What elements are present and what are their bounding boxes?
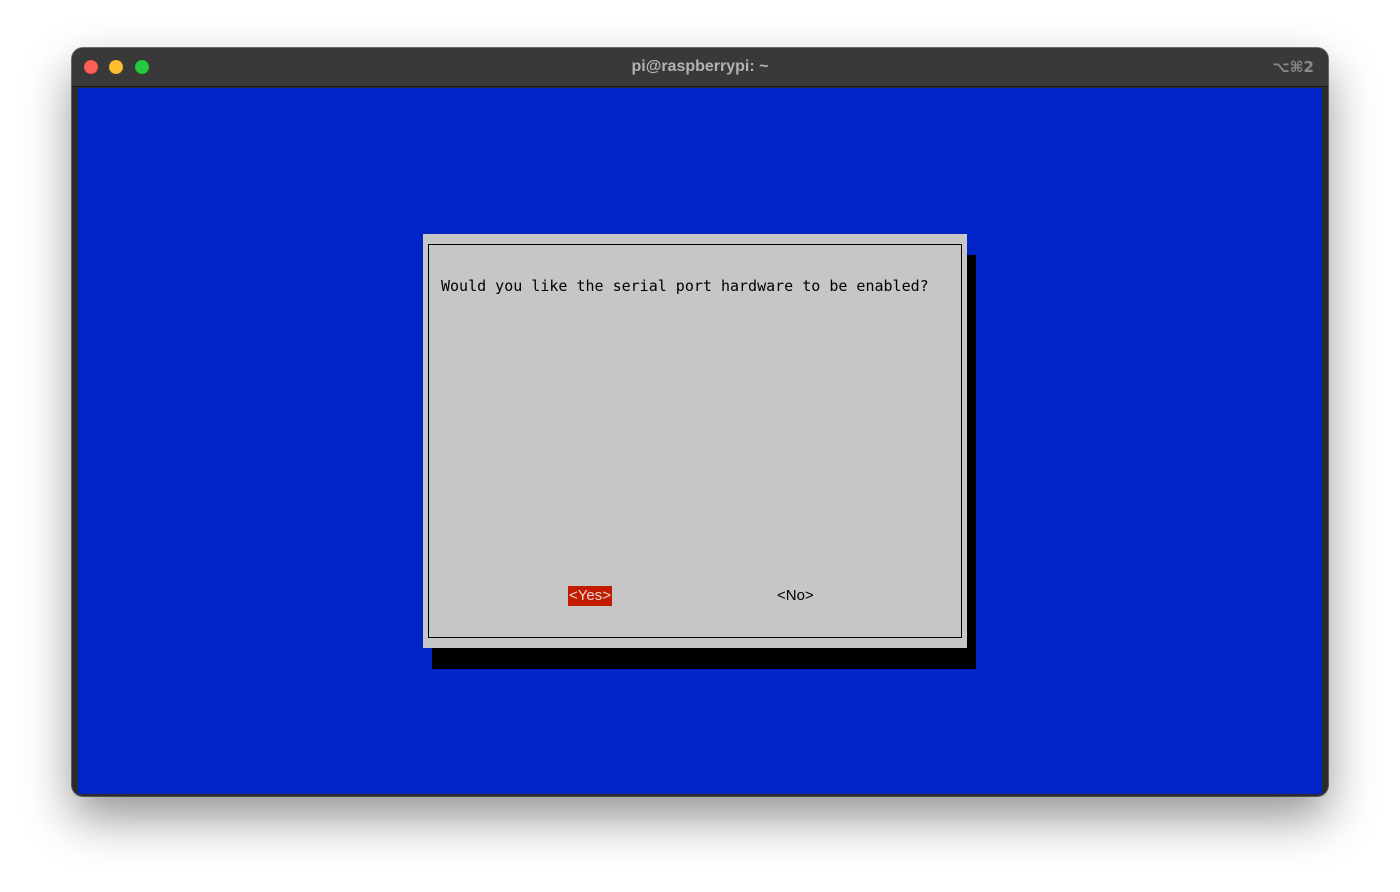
terminal-screen[interactable]: Would you like the serial port hardware … — [78, 88, 1322, 794]
title-bar[interactable]: pi@raspberrypi: ~ ⌥⌘2 — [72, 48, 1328, 87]
window-title: pi@raspberrypi: ~ — [631, 58, 769, 75]
serial-port-dialog: Would you like the serial port hardware … — [423, 234, 967, 648]
dialog-prompt: Would you like the serial port hardware … — [441, 277, 929, 295]
terminal-window: pi@raspberrypi: ~ ⌥⌘2 Would you like the… — [72, 48, 1328, 796]
dialog-border — [428, 244, 962, 638]
no-button[interactable]: <No> — [776, 586, 815, 606]
window-shortcut-label: ⌥⌘2 — [1272, 58, 1314, 76]
yes-button[interactable]: <Yes> — [568, 586, 612, 606]
